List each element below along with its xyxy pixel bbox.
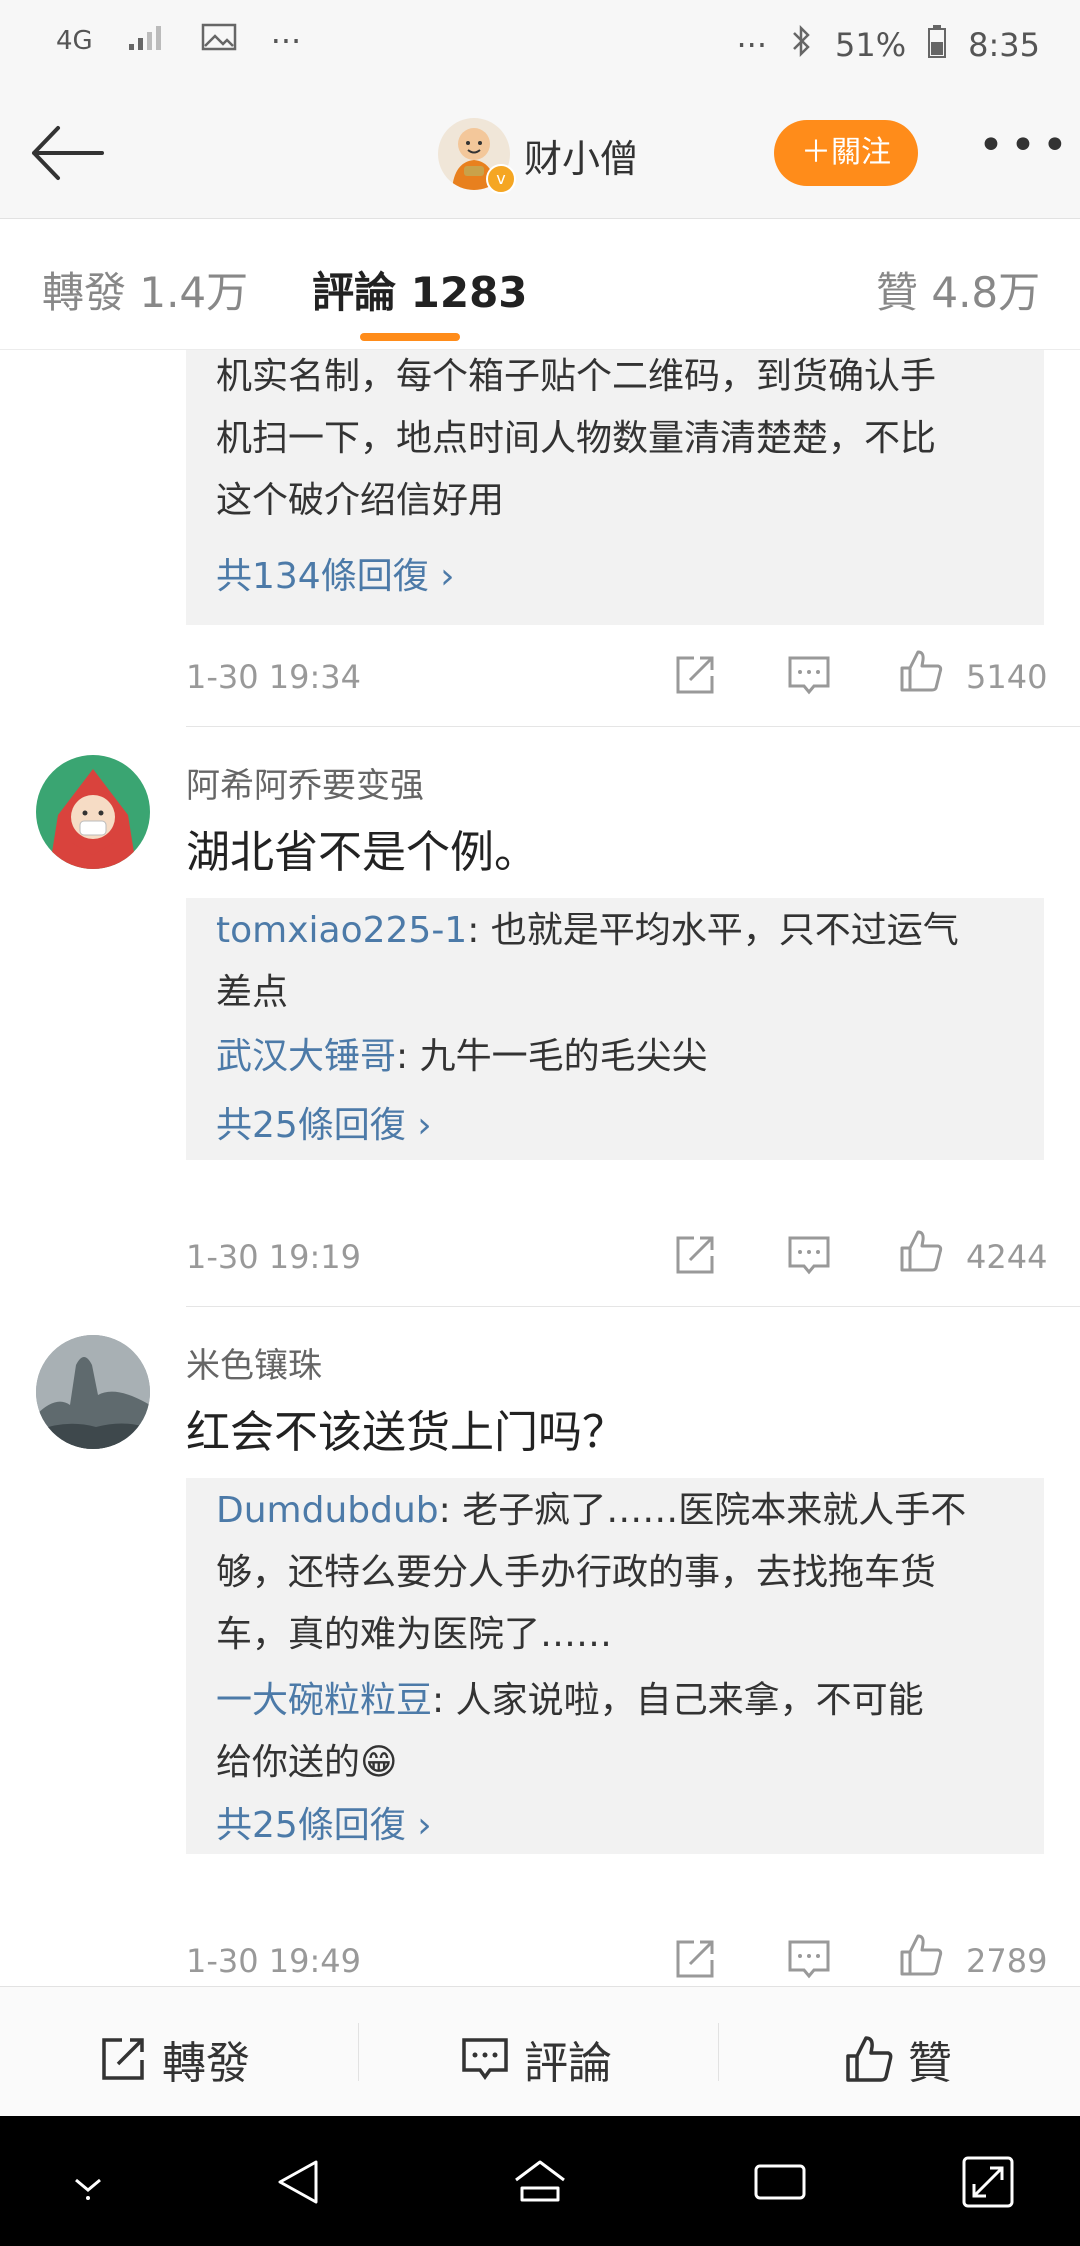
like-icon — [846, 2036, 893, 2082]
user-avatar[interactable] — [36, 755, 150, 869]
back-arrow-icon — [32, 126, 104, 180]
reply-text: 差点 — [216, 972, 289, 1013]
comment-icon[interactable] — [786, 1936, 832, 1982]
comment-divider — [186, 1306, 1080, 1307]
reply-username[interactable]: 武汉大锤哥 — [216, 1036, 396, 1077]
reply-text: 机实名制，每个箱子贴个二维码，到货确认手 — [216, 356, 937, 397]
tab-likes[interactable]: 贊 4.8万 — [876, 259, 1040, 320]
view-more-replies-link[interactable]: 共25條回復 › — [216, 1796, 432, 1848]
status-bar: 4G ··· ··· 51% 8:35 — [0, 0, 1080, 90]
comment-icon — [462, 2038, 508, 2081]
repost-button[interactable]: 轉發 — [98, 2027, 250, 2091]
network-indicator: 4G — [56, 26, 93, 56]
view-more-replies-link[interactable]: 共25條回復 › — [216, 1096, 432, 1148]
bluetooth-icon — [789, 24, 813, 66]
verified-badge-icon: v — [486, 164, 516, 194]
status-more-icon: ··· — [270, 22, 302, 60]
comment-icon[interactable] — [786, 1232, 832, 1278]
tab-comments[interactable]: 評論 1283 — [312, 259, 528, 320]
reply-text: : 人家说啦，自己来拿，不可能 — [432, 1680, 924, 1721]
reply-username[interactable]: Dumdubdub — [216, 1490, 439, 1531]
reply-line: 武汉大锤哥: 九牛一毛的毛尖尖 — [216, 1026, 708, 1088]
reply-text: 够，还特么要分人手办行政的事，去找拖车货 — [216, 1552, 937, 1593]
home-nav-icon[interactable] — [512, 2154, 568, 2210]
user-avatar[interactable] — [36, 1335, 150, 1449]
comment-timestamp: 1-30 19:19 — [186, 1238, 362, 1276]
reply-line: 一大碗粒粒豆: 人家说啦，自己来拿，不可能 — [216, 1670, 924, 1732]
comment-list[interactable]: 机实名制，每个箱子贴个二维码，到货确认手 机扫一下，地点时间人物数量清清楚楚，不… — [0, 350, 1080, 1986]
like-icon[interactable] — [898, 648, 944, 694]
comment-username[interactable]: 米色镶珠 — [186, 1338, 322, 1387]
clock: 8:35 — [968, 26, 1040, 64]
repost-icon[interactable] — [672, 1936, 718, 1982]
bottom-action-bar: 轉發 評論 贊 — [0, 1986, 1080, 2117]
reply-username[interactable]: 一大碗粒粒豆 — [216, 1680, 432, 1721]
view-more-replies-link[interactable]: 共134條回復 › — [216, 547, 455, 599]
like-button[interactable]: 贊 — [844, 2027, 952, 2091]
divider — [358, 2023, 359, 2081]
comment-icon[interactable] — [786, 652, 832, 698]
reply-text: 车，真的难为医院了…… — [216, 1614, 613, 1655]
active-tab-indicator — [360, 333, 460, 341]
like-count: 4244 — [966, 1238, 1048, 1276]
reply-line: Dumdubdub: 老子疯了……医院本来就人手不 — [216, 1480, 966, 1542]
reply-text: 这个破介绍信好用 — [216, 480, 505, 521]
avatar-photo-icon — [36, 1335, 150, 1449]
expand-icon[interactable] — [960, 2154, 1016, 2210]
battery-icon — [928, 24, 947, 66]
recent-apps-icon[interactable] — [752, 2154, 808, 2210]
repost-icon — [102, 2038, 144, 2080]
reply-line: tomxiao225-1: 也就是平均水平，只不过运气 — [216, 900, 959, 962]
like-count: 5140 — [966, 658, 1048, 696]
reply-preview-box[interactable]: tomxiao225-1: 也就是平均水平，只不过运气 差点 武汉大锤哥: 九牛… — [186, 898, 1044, 1160]
comment-button[interactable]: 評論 — [460, 2027, 612, 2091]
top-nav-bar: v 财小僧 ＋關注 ••• — [0, 90, 1080, 219]
back-button[interactable] — [28, 118, 108, 188]
tab-bar: 轉發 1.4万 評論 1283 贊 4.8万 — [0, 219, 1080, 350]
reply-username[interactable]: tomxiao225-1 — [216, 910, 467, 951]
divider — [718, 2023, 719, 2081]
comment-button-label: 評論 — [524, 2038, 612, 2089]
reply-text: : 老子疯了……医院本来就人手不 — [438, 1490, 967, 1531]
like-button-label: 贊 — [908, 2038, 952, 2089]
system-navigation-bar — [0, 2116, 1080, 2246]
comment-text: 红会不该送货上门吗？ — [186, 1407, 626, 1458]
battery-percent: 51% — [835, 26, 907, 64]
image-icon — [201, 22, 237, 60]
hide-keyboard-icon[interactable] — [60, 2154, 116, 2210]
avatar-illustration-icon — [50, 769, 136, 869]
page-title: 财小僧 — [524, 137, 639, 181]
repost-icon[interactable] — [672, 1232, 718, 1278]
like-icon[interactable] — [898, 1932, 944, 1978]
status-more-icon: ··· — [736, 26, 768, 64]
like-icon[interactable] — [898, 1228, 944, 1274]
comment-username[interactable]: 阿希阿乔要变强 — [186, 758, 424, 807]
repost-button-label: 轉發 — [162, 2038, 250, 2089]
back-nav-icon[interactable] — [272, 2154, 328, 2210]
like-count: 2789 — [966, 1942, 1048, 1980]
signal-icon — [127, 22, 167, 60]
reply-preview-box[interactable]: 机实名制，每个箱子贴个二维码，到货确认手 机扫一下，地点时间人物数量清清楚楚，不… — [186, 350, 1044, 625]
repost-icon[interactable] — [672, 652, 718, 698]
reply-text: 机扫一下，地点时间人物数量清清楚楚，不比 — [216, 418, 937, 459]
comment-divider — [186, 726, 1080, 727]
more-options-icon[interactable]: ••• — [978, 120, 1074, 171]
comment-timestamp: 1-30 19:49 — [186, 1942, 362, 1980]
tab-reposts[interactable]: 轉發 1.4万 — [42, 259, 248, 320]
reply-text: : 九牛一毛的毛尖尖 — [396, 1036, 708, 1077]
reply-text: 给你送的😁 — [216, 1742, 398, 1783]
comment-timestamp: 1-30 19:34 — [186, 658, 362, 696]
reply-preview-box[interactable]: Dumdubdub: 老子疯了……医院本来就人手不 够，还特么要分人手办行政的事… — [186, 1478, 1044, 1854]
follow-button[interactable]: ＋關注 — [774, 120, 918, 186]
comment-text: 湖北省不是个例。 — [186, 827, 538, 878]
reply-text: : 也就是平均水平，只不过运气 — [467, 910, 959, 951]
